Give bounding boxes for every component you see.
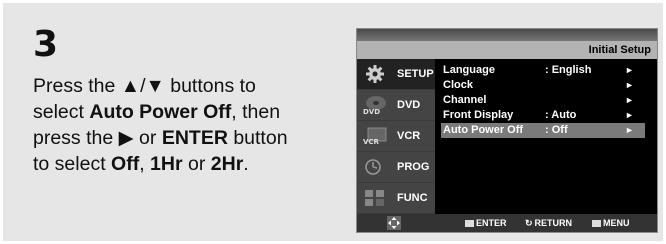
instruction-panel: 3 Press the ▲/▼ buttons to select Auto P… [3,3,663,241]
menu-row-auto-power-off[interactable]: Auto Power Off : Off ► [441,123,645,138]
menu-hint-label: MENU [603,218,630,228]
svg-text:VCR: VCR [363,138,380,146]
menu-item-name: Channel [443,94,487,106]
menu-key-icon [592,220,601,228]
menu-row-language[interactable]: Language : English ► [441,63,645,78]
instruction-text: , then [231,101,281,123]
right-arrow-icon: ► [625,110,634,120]
sidebar-item-vcr[interactable]: VCR VCR [357,121,435,152]
sidebar-label: VCR [397,130,421,142]
menu-item-value: : Auto [545,109,577,121]
right-arrow-icon: ► [625,125,634,135]
enter-hint: ENTER [465,216,507,230]
menu-hint: MENU [592,216,630,230]
menu-item-name: Auto Power Off [443,124,524,136]
instruction-text: press the ▶ or [33,127,162,149]
instruction-text: or [182,153,211,175]
instruction-text: Press the ▲/▼ buttons to [33,75,256,97]
menu-item-value: : English [545,64,592,76]
tv-screen: Initial Setup SETUP DVD DVD VCR VCR PROG… [356,28,658,233]
sidebar-item-setup[interactable]: SETUP [357,59,435,90]
right-arrow-icon: ► [625,95,634,105]
func-icon [365,190,384,206]
clock-icon [365,159,381,175]
menu-row-channel[interactable]: Channel ► [441,93,645,108]
sidebar-item-dvd[interactable]: DVD DVD [357,90,435,121]
menu-item-name: Front Display [443,109,514,121]
enter-key-icon [465,220,474,228]
menu-content: Language : English ► Clock ► Channel ► F… [435,59,657,214]
option-off: Off [111,153,140,175]
screen-footer: ENTER ↻ RETURN MENU [357,214,657,232]
sidebar-label: SETUP [397,68,434,80]
return-icon: ↻ [525,218,533,228]
svg-text:DVD: DVD [363,108,380,116]
instruction-text: button [227,127,288,149]
screen-header: Initial Setup [357,29,657,59]
instruction-text: select [33,101,90,123]
instruction-text: , [139,153,151,175]
enter-hint-label: ENTER [476,218,507,228]
sidebar-item-func[interactable]: FUNC [357,183,435,214]
instruction-text: to select [33,153,112,175]
return-hint-label: RETURN [534,218,573,228]
gear-icon [366,65,384,83]
menu-item-name: Language [443,64,495,76]
screen-title: Initial Setup [588,44,651,56]
right-arrow-icon: ► [625,65,634,75]
vcr-icon: VCR [363,127,387,146]
menu-item-name: Clock [443,79,473,91]
instruction-line-1: Press the ▲/▼ buttons to [33,73,348,99]
header-stripe [357,29,657,41]
sidebar-label: FUNC [397,192,428,204]
option-1hr: 1Hr [150,153,183,175]
auto-power-off-term: Auto Power Off [89,101,232,123]
sidebar-item-prog[interactable]: PROG [357,152,435,183]
instruction-line-4: to select Off, 1Hr or 2Hr. [33,151,348,177]
right-arrow-icon: ► [625,80,634,90]
sidebar-label: DVD [397,99,421,111]
instruction-line-3: press the ▶ or ENTER button [33,125,348,151]
menu-item-value: : Off [545,124,568,136]
step-instructions: Press the ▲/▼ buttons to select Auto Pow… [33,73,348,177]
screen-sidebar: SETUP DVD DVD VCR VCR PROG FUNC [357,59,435,214]
dvd-icon: DVD [363,96,386,116]
step-number: 3 [33,24,59,65]
menu-row-clock[interactable]: Clock ► [441,78,645,93]
option-2hr: 2Hr [210,153,244,175]
enter-term: ENTER [161,127,228,149]
return-hint: ↻ RETURN [525,216,572,230]
instruction-line-2: select Auto Power Off, then [33,99,348,125]
menu-row-front-display[interactable]: Front Display : Auto ► [441,108,645,123]
sidebar-label: PROG [397,161,430,173]
move-arrows-icon [387,216,401,230]
instruction-text: . [243,153,249,175]
